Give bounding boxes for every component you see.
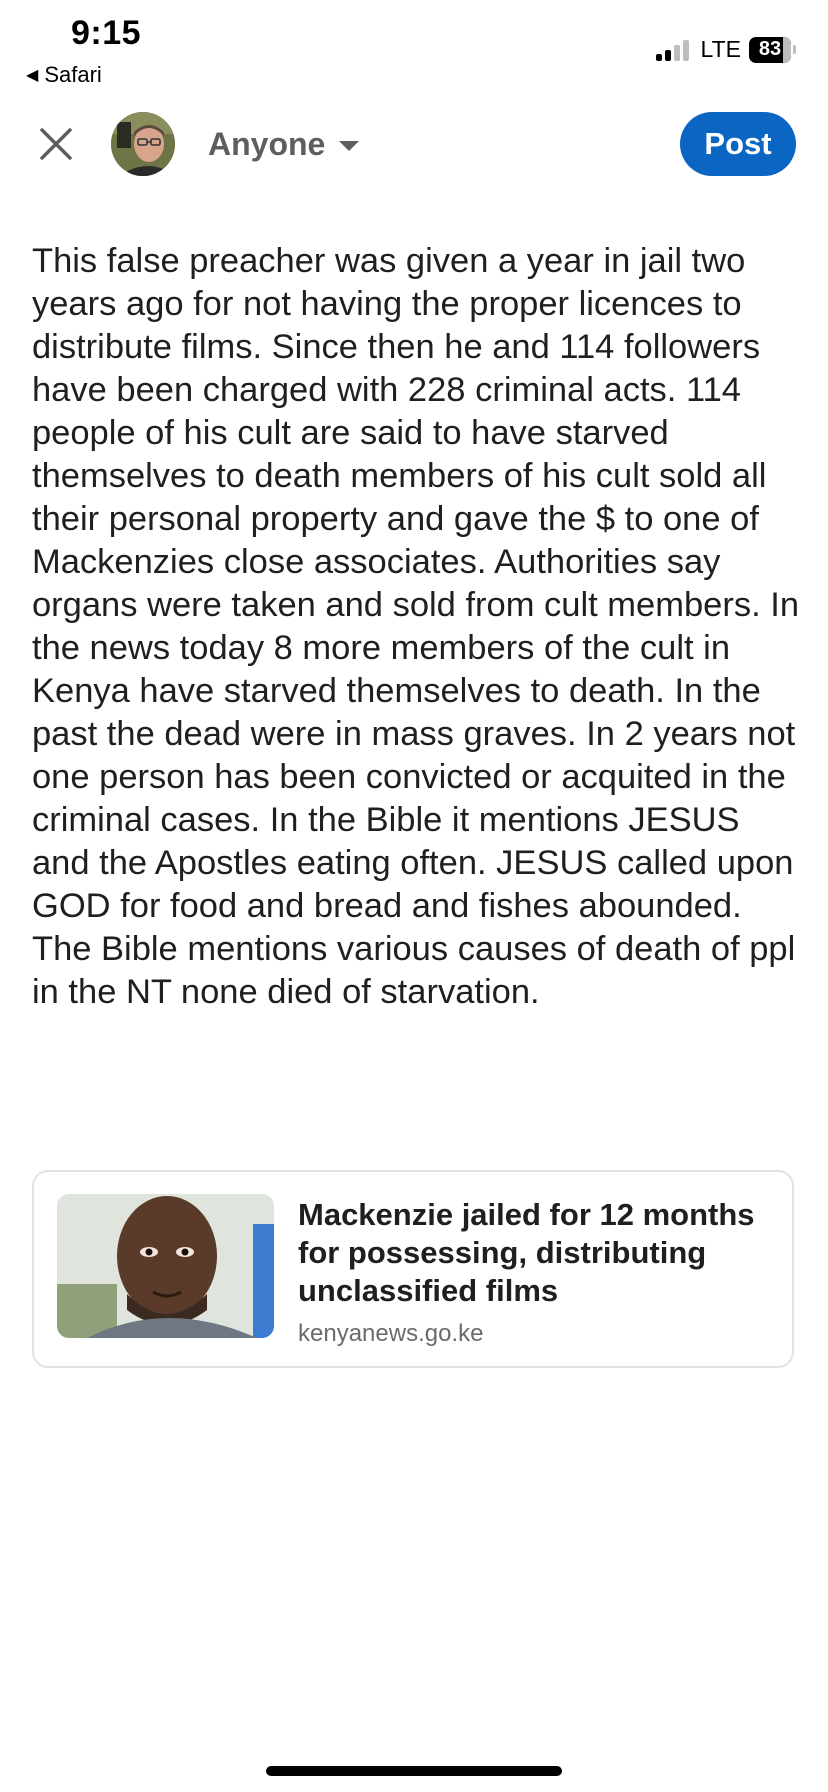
battery-level: 83 <box>758 38 782 60</box>
caret-down-icon <box>339 141 360 151</box>
cellular-signal-icon <box>655 39 689 61</box>
link-preview-title: Mackenzie jailed for 12 months for posse… <box>298 1197 755 1308</box>
network-type: LTE <box>700 36 741 62</box>
audience-label: Anyone <box>208 125 326 162</box>
link-preview-domain: kenyanews.go.ke <box>298 1320 484 1347</box>
audience-selector[interactable]: Anyone <box>208 122 360 166</box>
close-icon <box>40 128 72 160</box>
avatar[interactable] <box>111 112 175 176</box>
back-to-app-link[interactable]: ◀ Safari <box>26 62 102 88</box>
back-triangle-icon: ◀ <box>26 67 39 84</box>
home-indicator[interactable] <box>266 1766 562 1776</box>
battery-icon: 83 <box>749 36 796 63</box>
status-indicators: LTE 83 <box>655 36 796 63</box>
post-button[interactable]: Post <box>680 112 796 176</box>
avatar-photo <box>111 112 175 176</box>
link-preview-thumbnail <box>57 1194 274 1338</box>
back-app-label: Safari <box>44 62 102 87</box>
post-text-input[interactable]: This false preacher was given a year in … <box>32 240 800 1014</box>
status-time: 9:15 <box>71 14 142 52</box>
link-preview-card[interactable]: Mackenzie jailed for 12 months for posse… <box>32 1170 794 1368</box>
close-button[interactable] <box>34 122 78 166</box>
